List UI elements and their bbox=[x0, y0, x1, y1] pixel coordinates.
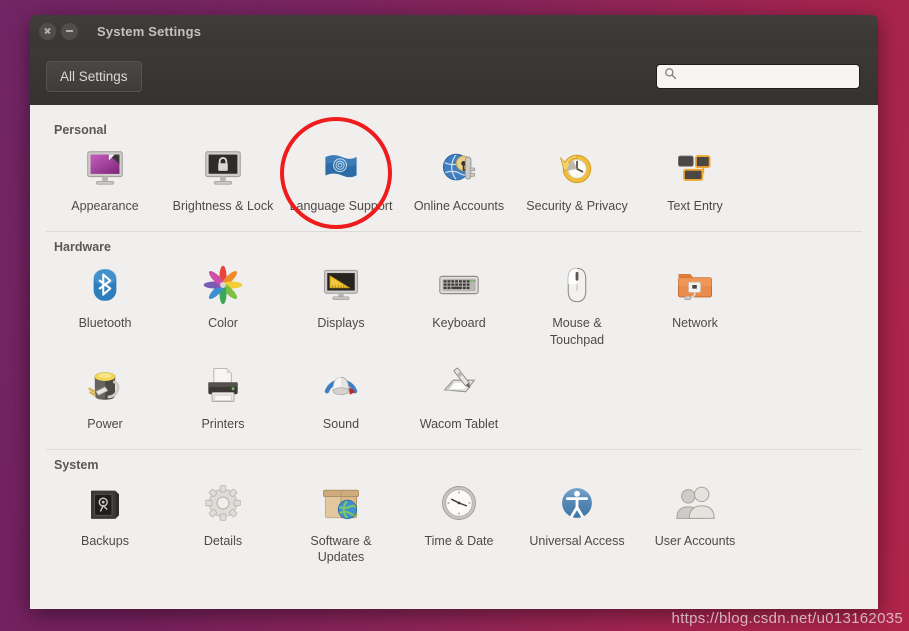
settings-item-online-accounts[interactable]: Online Accounts bbox=[400, 139, 518, 223]
search-icon bbox=[664, 67, 677, 85]
color-icon bbox=[198, 260, 248, 310]
power-icon bbox=[80, 361, 130, 411]
settings-item-universal-access[interactable]: Universal Access bbox=[518, 474, 636, 575]
settings-item-printers[interactable]: Printers bbox=[164, 357, 282, 441]
settings-item-label: Text Entry bbox=[667, 199, 723, 213]
settings-item-label: Online Accounts bbox=[413, 199, 505, 213]
brightness-lock-icon bbox=[198, 143, 248, 193]
settings-item-bluetooth[interactable]: Bluetooth bbox=[46, 256, 164, 357]
details-icon bbox=[198, 478, 248, 528]
window-titlebar: System Settings bbox=[30, 15, 878, 47]
settings-content: Personal Appearance Brightness & Lock La… bbox=[30, 105, 878, 609]
sound-icon bbox=[316, 361, 366, 411]
settings-item-label: Color bbox=[208, 315, 238, 330]
settings-item-label: Time & Date bbox=[424, 533, 494, 548]
settings-item-label: Appearance bbox=[71, 199, 139, 213]
settings-item-label: Network bbox=[672, 315, 718, 330]
system-settings-window: System Settings All Settings Personal Ap… bbox=[30, 15, 878, 609]
settings-item-label: Software & Updates bbox=[310, 533, 372, 565]
settings-item-appearance[interactable]: Appearance bbox=[46, 139, 164, 223]
settings-item-mouse-touchpad[interactable]: Mouse & Touchpad bbox=[518, 256, 636, 357]
mouse-touchpad-icon bbox=[552, 260, 602, 310]
bluetooth-icon bbox=[80, 260, 130, 310]
section-title-hardware: Hardware bbox=[54, 239, 111, 254]
settings-item-label: Power bbox=[87, 416, 123, 431]
settings-item-security-privacy[interactable]: Security & Privacy bbox=[518, 139, 636, 223]
settings-item-brightness-lock[interactable]: Brightness & Lock bbox=[164, 139, 282, 223]
settings-item-label: Brightness & Lock bbox=[172, 199, 274, 213]
settings-item-power[interactable]: Power bbox=[46, 357, 164, 441]
section-system: System Backups Details Software & Update… bbox=[46, 448, 862, 583]
settings-item-label: Bluetooth bbox=[78, 315, 132, 330]
wacom-tablet-icon bbox=[434, 361, 484, 411]
settings-item-displays[interactable]: Displays bbox=[282, 256, 400, 357]
settings-item-label: Wacom Tablet bbox=[419, 416, 499, 431]
appearance-icon bbox=[80, 143, 130, 193]
settings-item-user-accounts[interactable]: User Accounts bbox=[636, 474, 754, 575]
settings-item-label: Mouse & Touchpad bbox=[549, 315, 605, 347]
language-support-icon bbox=[316, 143, 366, 193]
settings-item-keyboard[interactable]: Keyboard bbox=[400, 256, 518, 357]
grid-hardware: Bluetooth Color Displays Keyboard Mouse … bbox=[46, 256, 862, 449]
section-personal: Personal Appearance Brightness & Lock La… bbox=[46, 115, 862, 231]
settings-item-details[interactable]: Details bbox=[164, 474, 282, 575]
toolbar: All Settings bbox=[30, 47, 878, 105]
network-icon bbox=[670, 260, 720, 310]
watermark: https://blog.csdn.net/u013162035 bbox=[671, 610, 903, 627]
software-updates-icon bbox=[316, 478, 366, 528]
settings-item-label: Printers bbox=[201, 416, 245, 431]
section-hardware: Hardware Bluetooth Color Displays Keyboa… bbox=[46, 230, 862, 449]
time-date-icon bbox=[434, 478, 484, 528]
settings-item-label: Details bbox=[203, 533, 243, 548]
settings-item-label: Keyboard bbox=[432, 315, 486, 330]
section-title-system: System bbox=[54, 457, 99, 472]
universal-access-icon bbox=[552, 478, 602, 528]
settings-item-sound[interactable]: Sound bbox=[282, 357, 400, 441]
grid-system: Backups Details Software & Updates Time … bbox=[46, 474, 862, 583]
text-entry-icon bbox=[670, 143, 720, 193]
settings-item-language-support[interactable]: Language Support bbox=[282, 139, 400, 223]
settings-item-wacom-tablet[interactable]: Wacom Tablet bbox=[400, 357, 518, 441]
settings-item-network[interactable]: Network bbox=[636, 256, 754, 357]
settings-item-backups[interactable]: Backups bbox=[46, 474, 164, 575]
window-title: System Settings bbox=[97, 23, 202, 39]
user-accounts-icon bbox=[670, 478, 720, 528]
grid-personal: Appearance Brightness & Lock Language Su… bbox=[46, 139, 862, 231]
online-accounts-icon bbox=[434, 143, 484, 193]
settings-item-software-updates[interactable]: Software & Updates bbox=[282, 474, 400, 575]
settings-item-label: Universal Access bbox=[529, 533, 625, 548]
settings-item-time-date[interactable]: Time & Date bbox=[400, 474, 518, 575]
settings-item-label: Displays bbox=[317, 315, 365, 330]
security-privacy-icon bbox=[552, 143, 602, 193]
search-box[interactable] bbox=[656, 63, 860, 89]
displays-icon bbox=[316, 260, 366, 310]
settings-item-label: User Accounts bbox=[654, 533, 736, 548]
settings-item-text-entry[interactable]: Text Entry bbox=[636, 139, 754, 223]
search-input[interactable] bbox=[683, 69, 852, 83]
close-icon[interactable] bbox=[39, 22, 56, 40]
settings-item-label: Language Support bbox=[289, 199, 393, 213]
section-title-personal: Personal bbox=[54, 123, 107, 137]
keyboard-icon bbox=[434, 260, 484, 310]
printers-icon bbox=[198, 361, 248, 411]
minimize-icon[interactable] bbox=[61, 22, 78, 40]
settings-item-color[interactable]: Color bbox=[164, 256, 282, 357]
settings-item-label: Security & Privacy bbox=[526, 199, 628, 213]
all-settings-button[interactable]: All Settings bbox=[46, 60, 142, 92]
settings-item-label: Backups bbox=[81, 533, 129, 548]
backups-icon bbox=[80, 478, 130, 528]
settings-item-label: Sound bbox=[322, 416, 360, 431]
